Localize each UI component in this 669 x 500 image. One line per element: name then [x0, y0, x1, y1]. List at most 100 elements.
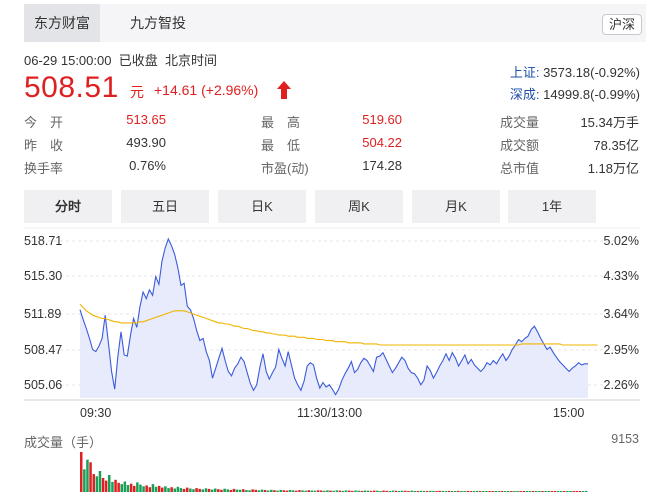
- volume-bar: [531, 491, 535, 492]
- volume-label: 成交量（手）: [24, 435, 103, 450]
- volume-bar: [332, 490, 335, 492]
- volume-bar: [584, 490, 588, 492]
- volume-bar: [478, 491, 482, 492]
- volume-bar: [441, 490, 444, 492]
- volume-bar: [139, 484, 142, 492]
- volume-bar: [391, 490, 395, 492]
- volume-bar: [288, 490, 292, 492]
- volume-bar: [176, 486, 180, 492]
- volume-bar: [316, 490, 320, 492]
- volume-bar: [401, 490, 404, 492]
- volume-bar: [80, 452, 83, 492]
- volume-bar: [494, 491, 497, 492]
- volume-bar: [528, 491, 532, 492]
- volume-bar: [541, 491, 544, 492]
- volume-bar: [89, 462, 92, 492]
- volume-bar: [192, 489, 195, 492]
- y-tick-left: 515.30: [24, 269, 63, 283]
- volume-bar: [363, 490, 367, 492]
- volume-bar: [307, 490, 310, 492]
- volume-bar: [207, 488, 211, 492]
- volume-bar: [394, 490, 398, 492]
- volume-bar: [83, 469, 86, 492]
- volume-bar: [404, 490, 407, 492]
- volume-bar: [354, 490, 357, 492]
- volume-bar: [366, 490, 370, 492]
- volume-bar: [260, 489, 264, 492]
- volume-bar: [344, 490, 348, 492]
- volume-bar: [469, 491, 473, 492]
- volume-bar: [497, 491, 501, 492]
- y-tick-right: 4.33%: [603, 269, 639, 283]
- volume-bar: [369, 490, 373, 492]
- volume-bar: [170, 487, 173, 492]
- volume-bar: [560, 491, 563, 492]
- volume-bar: [457, 490, 460, 492]
- volume-bar: [419, 490, 423, 492]
- volume-bar: [154, 486, 158, 492]
- volume-bar: [291, 490, 295, 492]
- volume-bar: [566, 491, 569, 492]
- volume-bar: [164, 486, 167, 492]
- volume-bar: [475, 490, 479, 492]
- volume-bar: [438, 490, 441, 492]
- volume-bar: [133, 485, 136, 492]
- volume-bar: [519, 491, 522, 492]
- volume-bar: [276, 490, 279, 492]
- volume-bar: [92, 474, 95, 492]
- volume-bar: [145, 485, 148, 492]
- volume-bar: [538, 491, 541, 492]
- volume-bar: [388, 491, 391, 492]
- volume-bar: [460, 491, 463, 492]
- volume-bar: [279, 489, 282, 492]
- volume-bar: [348, 490, 351, 492]
- x-tick-midday: 11:30/13:00: [297, 406, 363, 420]
- volume-bar: [581, 491, 585, 492]
- volume-bar: [553, 491, 557, 492]
- volume-bar: [189, 488, 192, 492]
- volume-bar: [578, 491, 582, 492]
- volume-max-label: 9153: [611, 432, 639, 446]
- volume-bar: [335, 490, 339, 492]
- volume-bar: [101, 478, 105, 492]
- volume-bar: [285, 490, 289, 492]
- volume-bar: [220, 489, 223, 492]
- volume-bar: [161, 487, 164, 492]
- volume-bar: [251, 489, 254, 492]
- volume-bar: [510, 491, 513, 492]
- volume-bar: [575, 491, 578, 492]
- volume-bar: [108, 475, 111, 492]
- volume-bar: [223, 488, 226, 492]
- volume-bar: [248, 490, 251, 492]
- y-tick-left: 508.47: [24, 343, 63, 357]
- volume-bar: [550, 491, 554, 492]
- y-tick-right: 5.02%: [603, 234, 639, 248]
- volume-bar: [503, 491, 507, 492]
- price-area-fill: [80, 239, 588, 398]
- volume-bar: [267, 490, 270, 492]
- volume-bar: [491, 491, 494, 492]
- volume-bar: [214, 488, 217, 492]
- volume-bar: [195, 488, 198, 492]
- volume-bar: [522, 491, 526, 492]
- volume-bar: [373, 490, 376, 492]
- volume-bar: [232, 488, 236, 492]
- volume-bar: [482, 491, 485, 492]
- volume-bar: [157, 485, 161, 492]
- volume-bar: [182, 488, 186, 492]
- volume-bar: [298, 490, 301, 492]
- volume-bar: [407, 491, 410, 492]
- volume-bar: [563, 491, 566, 492]
- volume-bar: [114, 479, 117, 492]
- volume-bar: [245, 490, 248, 492]
- x-tick-close: 15:00: [553, 406, 585, 420]
- volume-bar: [210, 489, 214, 492]
- volume-bar: [126, 485, 130, 492]
- intraday-chart[interactable]: [0, 0, 669, 500]
- volume-bar: [151, 484, 155, 492]
- volume-bar: [351, 490, 354, 492]
- volume-bar: [167, 488, 170, 492]
- volume-bar: [136, 482, 139, 492]
- volume-bar: [142, 486, 145, 492]
- volume-bar: [425, 491, 429, 492]
